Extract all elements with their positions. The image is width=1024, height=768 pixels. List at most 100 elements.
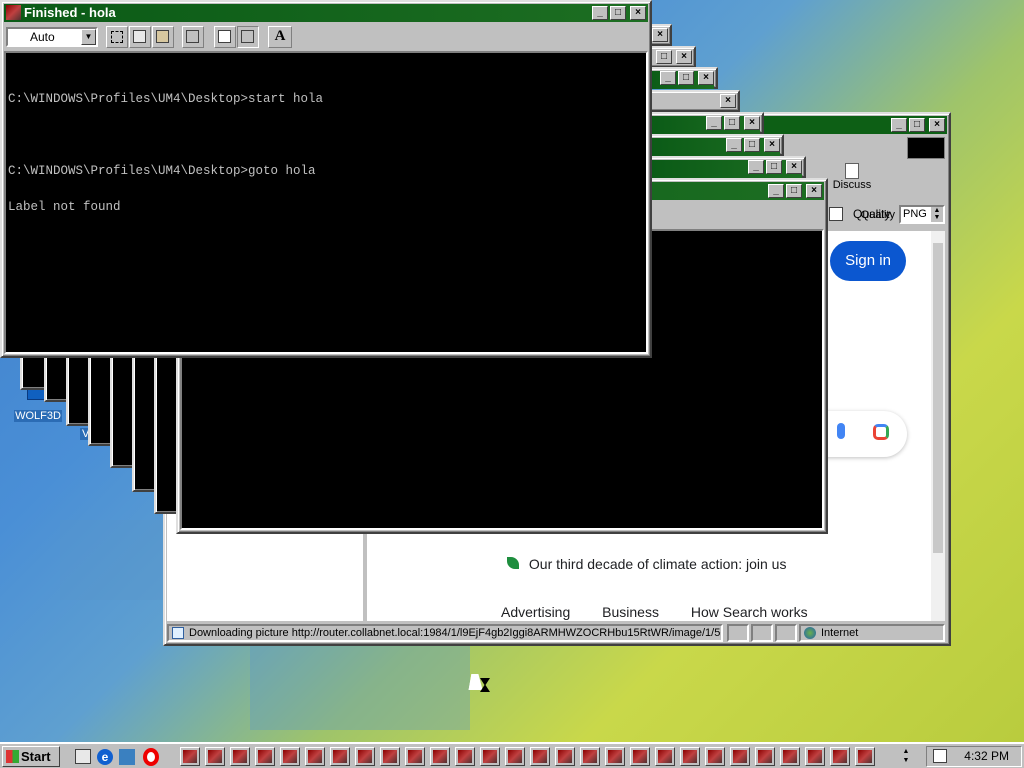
taskbar-task-button[interactable] xyxy=(755,747,775,766)
msdos-icon xyxy=(6,5,21,20)
save-icon[interactable] xyxy=(829,207,843,221)
browser-window-controls: _ □ × xyxy=(891,118,945,132)
taskbar-task-button[interactable] xyxy=(455,747,475,766)
stacked-window[interactable]: _ □ × xyxy=(640,134,784,156)
msdos-icon xyxy=(658,750,672,763)
taskbar-task-button[interactable] xyxy=(355,747,375,766)
msdos-icon xyxy=(533,750,547,763)
minimize-button[interactable]: _ xyxy=(891,118,907,132)
close-button[interactable]: × xyxy=(744,116,760,130)
minimize-button[interactable]: _ xyxy=(660,71,676,85)
stacked-window[interactable]: × xyxy=(640,90,740,112)
footer-link[interactable]: Advertising xyxy=(501,604,570,620)
climate-banner[interactable]: Our third decade of climate action: join… xyxy=(507,556,786,572)
minimize-button[interactable]: _ xyxy=(748,160,764,174)
close-button[interactable]: × xyxy=(676,50,692,64)
console-titlebar[interactable]: Finished - hola xyxy=(4,4,648,22)
close-button[interactable]: × xyxy=(806,184,822,198)
fullscreen-button[interactable] xyxy=(182,26,204,48)
font-select[interactable]: Auto ▼ xyxy=(6,27,98,47)
taskbar-task-button[interactable] xyxy=(330,747,350,766)
minimize-button[interactable]: _ xyxy=(768,184,784,198)
console-output[interactable]: C:\WINDOWS\Profiles\UM4\Desktop>start ho… xyxy=(4,51,648,354)
paste-button[interactable] xyxy=(152,26,174,48)
taskbar-task-button[interactable] xyxy=(480,747,500,766)
taskbar-task-button[interactable] xyxy=(530,747,550,766)
footer-link[interactable]: Business xyxy=(602,604,659,620)
taskbar-task-button[interactable] xyxy=(405,747,425,766)
console-line: C:\WINDOWS\Profiles\UM4\Desktop>start ho… xyxy=(8,92,324,106)
camera-icon[interactable] xyxy=(873,424,889,440)
maximize-button[interactable]: □ xyxy=(610,6,626,20)
taskbar-task-button[interactable] xyxy=(280,747,300,766)
sign-in-button[interactable]: Sign in xyxy=(830,241,906,281)
maximize-button[interactable]: □ xyxy=(786,184,802,198)
taskbar-task-button[interactable] xyxy=(805,747,825,766)
task-list xyxy=(176,744,896,768)
spin-icon[interactable]: ▲ ▼ xyxy=(931,207,943,222)
taskbar-task-button[interactable] xyxy=(780,747,800,766)
minimize-button[interactable]: _ xyxy=(726,138,742,152)
minimize-button[interactable]: _ xyxy=(592,6,608,20)
chevron-down-icon[interactable]: ▼ xyxy=(81,29,96,45)
close-button[interactable]: × xyxy=(929,118,945,132)
taskbar-task-button[interactable] xyxy=(255,747,275,766)
footer-link[interactable]: How Search works xyxy=(691,604,808,620)
taskbar-task-button[interactable] xyxy=(555,747,575,766)
opera-icon[interactable] xyxy=(143,748,159,766)
stacked-window[interactable]: _ □ × xyxy=(640,112,764,134)
ie-icon[interactable]: e xyxy=(97,749,113,765)
start-button[interactable]: Start xyxy=(2,746,60,767)
taskbar-task-button[interactable] xyxy=(380,747,400,766)
desktop-icon[interactable] xyxy=(75,749,91,764)
close-button[interactable]: × xyxy=(786,160,802,174)
copy-button[interactable] xyxy=(129,26,151,48)
maximize-button[interactable]: □ xyxy=(656,50,672,64)
properties-button[interactable] xyxy=(214,26,236,48)
vertical-scrollbar[interactable] xyxy=(931,231,945,621)
console-window[interactable]: Finished - hola _ □ × Auto ▼ A C:\WINDOW… xyxy=(0,0,652,358)
close-button[interactable]: × xyxy=(720,94,736,108)
close-button[interactable]: × xyxy=(652,28,668,42)
scheduler-icon[interactable] xyxy=(933,749,947,763)
minimize-button[interactable]: _ xyxy=(706,116,722,130)
microphone-icon[interactable] xyxy=(837,423,845,439)
maximize-button[interactable]: □ xyxy=(724,116,740,130)
msdos-icon xyxy=(708,750,722,763)
taskbar-task-button[interactable] xyxy=(680,747,700,766)
background-button[interactable] xyxy=(237,26,259,48)
mark-button[interactable] xyxy=(106,26,128,48)
maximize-button[interactable]: □ xyxy=(678,71,694,85)
taskbar-task-button[interactable] xyxy=(180,747,200,766)
taskbar-task-button[interactable] xyxy=(205,747,225,766)
taskbar-task-button[interactable] xyxy=(830,747,850,766)
msdos-icon xyxy=(358,750,372,763)
maximize-button[interactable]: □ xyxy=(909,118,925,132)
quality-select[interactable]: PNG ▲ ▼ xyxy=(899,205,945,224)
close-button[interactable]: × xyxy=(764,138,780,152)
stacked-window[interactable]: _ □ × xyxy=(640,156,806,178)
close-button[interactable]: × xyxy=(630,6,646,20)
taskbar-task-button[interactable] xyxy=(705,747,725,766)
taskbar-task-button[interactable] xyxy=(605,747,625,766)
maximize-button[interactable]: □ xyxy=(766,160,782,174)
taskbar-scroll[interactable]: ▲ ▼ xyxy=(898,747,914,767)
footer-links: Advertising Business How Search works xyxy=(501,604,808,620)
taskbar-task-button[interactable] xyxy=(730,747,750,766)
close-button[interactable]: × xyxy=(698,71,714,85)
discuss-button[interactable]: Discuss xyxy=(827,163,877,197)
outlook-icon[interactable] xyxy=(119,749,135,765)
scroll-thumb[interactable] xyxy=(933,243,943,553)
taskbar-task-button[interactable] xyxy=(580,747,600,766)
taskbar-task-button[interactable] xyxy=(655,747,675,766)
taskbar-task-button[interactable] xyxy=(430,747,450,766)
taskbar-task-button[interactable] xyxy=(505,747,525,766)
taskbar-task-button[interactable] xyxy=(855,747,875,766)
maximize-button[interactable]: □ xyxy=(744,138,760,152)
console-line: Label not found xyxy=(8,200,121,214)
taskbar-task-button[interactable] xyxy=(305,747,325,766)
clock[interactable]: 4:32 PM xyxy=(964,747,1009,766)
taskbar-task-button[interactable] xyxy=(230,747,250,766)
font-button[interactable]: A xyxy=(268,26,292,48)
taskbar-task-button[interactable] xyxy=(630,747,650,766)
